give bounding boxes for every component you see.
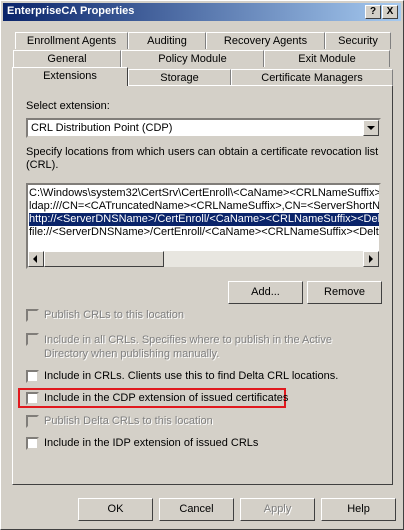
select-extension-label: Select extension: xyxy=(26,100,110,112)
include-all-crls-checkbox[interactable] xyxy=(26,333,39,346)
extension-select[interactable]: CRL Distribution Point (CDP) xyxy=(26,118,381,138)
apply-button[interactable]: Apply xyxy=(240,498,315,521)
include-idp-label: Include in the IDP extension of issued C… xyxy=(44,437,259,449)
locations-list[interactable]: C:\Windows\system32\CertSrv\CertEnroll\<… xyxy=(26,183,381,269)
include-cdp-label: Include in the CDP extension of issued c… xyxy=(44,392,289,404)
properties-dialog: EnterpriseCA Properties ? X Enrollment A… xyxy=(0,0,404,530)
tab-auditing[interactable]: Auditing xyxy=(128,32,206,49)
scroll-thumb[interactable] xyxy=(44,251,164,267)
publish-delta-checkbox[interactable] xyxy=(26,415,39,428)
dropdown-arrow-icon[interactable] xyxy=(363,120,379,136)
help-title-button[interactable]: ? xyxy=(365,5,381,19)
location-item[interactable]: C:\Windows\system32\CertSrv\CertEnroll\<… xyxy=(29,187,379,200)
include-in-crls-checkbox[interactable] xyxy=(26,370,39,383)
locations-description: Specify locations from which users can o… xyxy=(26,146,379,171)
help-button[interactable]: Help xyxy=(321,498,396,521)
remove-location-button[interactable]: Remove xyxy=(307,281,382,304)
location-item-selected[interactable]: http://<ServerDNSName>/CertEnroll/<CaNam… xyxy=(29,213,379,226)
tab-general[interactable]: General xyxy=(13,50,121,67)
include-idp-checkbox[interactable] xyxy=(26,437,39,450)
location-item[interactable]: ldap:///CN=<CATruncatedName><CRLNameSuff… xyxy=(29,200,379,213)
title-bar[interactable]: EnterpriseCA Properties ? X xyxy=(3,3,401,21)
extension-select-value: CRL Distribution Point (CDP) xyxy=(31,122,173,134)
tab-certificate-managers[interactable]: Certificate Managers xyxy=(231,69,393,86)
horizontal-scrollbar[interactable] xyxy=(28,251,379,267)
tab-recovery-agents[interactable]: Recovery Agents xyxy=(206,32,325,49)
add-location-button[interactable]: Add... xyxy=(228,281,303,304)
publish-delta-label: Publish Delta CRLs to this location xyxy=(44,415,213,427)
scroll-left-icon[interactable] xyxy=(28,251,44,267)
ok-button[interactable]: OK xyxy=(78,498,153,521)
tab-exit-module[interactable]: Exit Module xyxy=(264,50,390,67)
tab-extensions[interactable]: Extensions xyxy=(12,67,128,86)
publish-crls-checkbox[interactable] xyxy=(26,309,39,322)
include-all-crls-label: Include in all CRLs. Specifies where to … xyxy=(44,334,332,360)
close-button[interactable]: X xyxy=(382,5,398,19)
cancel-button[interactable]: Cancel xyxy=(159,498,234,521)
tab-policy-module[interactable]: Policy Module xyxy=(121,50,264,67)
include-cdp-checkbox[interactable] xyxy=(26,392,39,405)
tab-enrollment-agents[interactable]: Enrollment Agents xyxy=(15,32,128,49)
publish-crls-label: Publish CRLs to this location xyxy=(44,309,185,321)
tab-security[interactable]: Security xyxy=(325,32,391,49)
tab-storage[interactable]: Storage xyxy=(128,69,231,86)
location-item[interactable]: file://<ServerDNSName>/CertEnroll/<CaNam… xyxy=(29,226,379,239)
scroll-right-icon[interactable] xyxy=(363,251,379,267)
include-in-crls-label: Include in CRLs. Clients use this to fin… xyxy=(44,370,339,382)
window-title: EnterpriseCA Properties xyxy=(7,5,135,17)
